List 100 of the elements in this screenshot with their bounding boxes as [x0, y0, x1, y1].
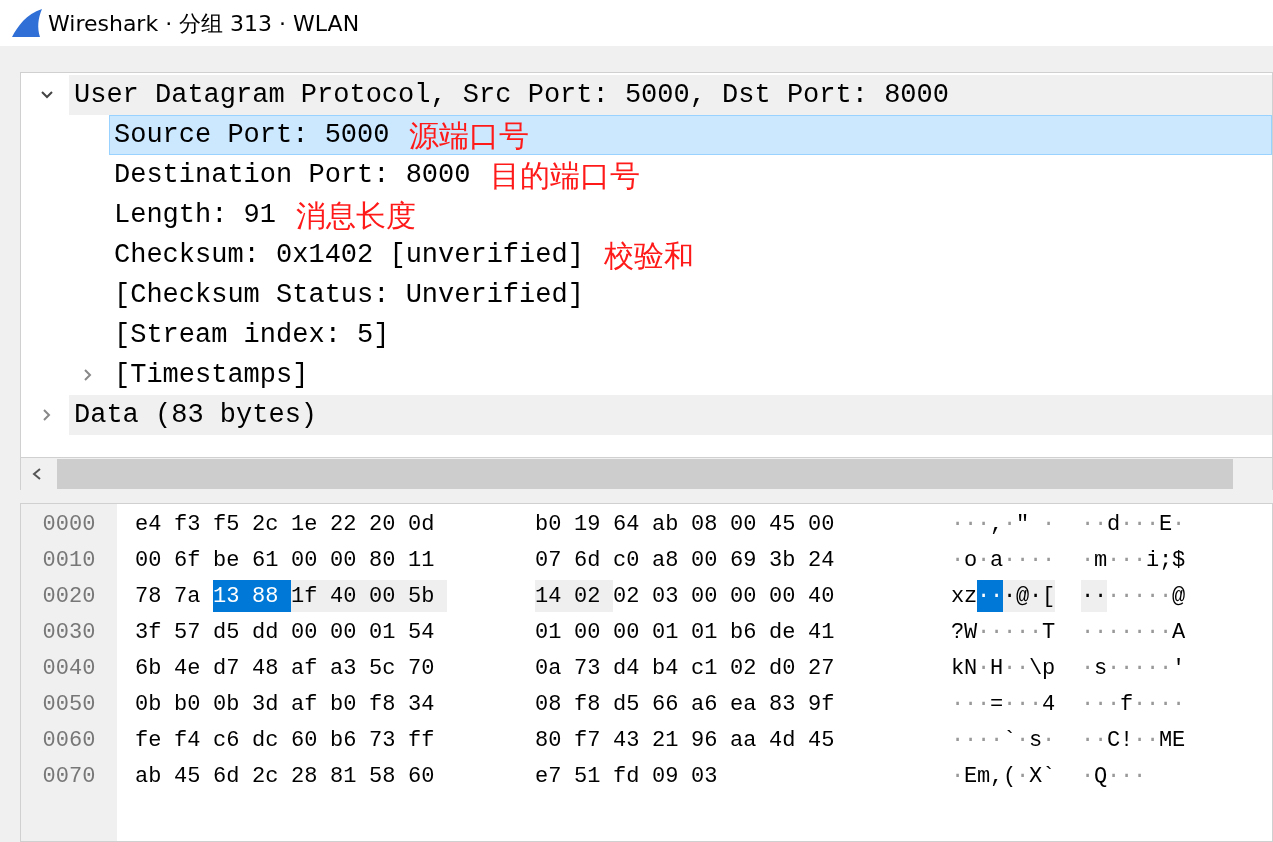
- ascii-text[interactable]: ···=···4: [951, 688, 1055, 720]
- hex-byte[interactable]: 6d: [574, 544, 613, 576]
- hex-byte[interactable]: 5c: [369, 652, 408, 684]
- hex-byte[interactable]: 00: [730, 580, 769, 612]
- hex-byte[interactable]: a6: [691, 688, 730, 720]
- ascii-text[interactable]: ·Em,(·X`: [951, 760, 1055, 792]
- ascii-text[interactable]: ··C!··ME: [1081, 724, 1185, 756]
- hex-byte[interactable]: 00: [330, 616, 369, 648]
- hex-byte[interactable]: e7: [535, 760, 574, 792]
- ascii-text[interactable]: ··d···E·: [1081, 508, 1185, 540]
- hex-byte[interactable]: 21: [652, 724, 691, 756]
- hex-byte[interactable]: 00: [769, 580, 808, 612]
- ascii-text[interactable]: xz···@·[: [951, 580, 1055, 612]
- hex-byte[interactable]: 00: [291, 544, 330, 576]
- hex-byte[interactable]: ff: [408, 724, 447, 756]
- tree-row[interactable]: Data (83 bytes): [69, 395, 1272, 435]
- hex-byte[interactable]: 6d: [213, 760, 252, 792]
- ascii-text[interactable]: ·······@: [1081, 580, 1185, 612]
- hex-byte[interactable]: 96: [691, 724, 730, 756]
- hex-byte[interactable]: 81: [330, 760, 369, 792]
- hex-byte[interactable]: 22: [330, 508, 369, 540]
- hex-byte[interactable]: 45: [769, 508, 808, 540]
- hex-byte[interactable]: 78: [135, 580, 174, 612]
- hex-byte[interactable]: 80: [535, 724, 574, 756]
- hex-byte[interactable]: 08: [691, 508, 730, 540]
- hex-byte[interactable]: d7: [213, 652, 252, 684]
- hex-byte[interactable]: c0: [613, 544, 652, 576]
- scrollbar-thumb[interactable]: [57, 459, 1233, 489]
- hex-byte[interactable]: 60: [408, 760, 447, 792]
- hex-byte[interactable]: 73: [369, 724, 408, 756]
- hex-byte[interactable]: 19: [574, 508, 613, 540]
- hex-byte[interactable]: 69: [730, 544, 769, 576]
- hex-byte[interactable]: b0: [174, 688, 213, 720]
- hex-byte[interactable]: 83: [769, 688, 808, 720]
- hex-byte[interactable]: d4: [613, 652, 652, 684]
- hex-byte[interactable]: 43: [613, 724, 652, 756]
- hex-byte[interactable]: 34: [408, 688, 447, 720]
- hex-byte[interactable]: 9f: [808, 688, 847, 720]
- hex-byte[interactable]: 09: [652, 760, 691, 792]
- hex-byte[interactable]: 45: [174, 760, 213, 792]
- hex-byte[interactable]: b0: [330, 688, 369, 720]
- hex-byte[interactable]: 57: [174, 616, 213, 648]
- hex-byte[interactable]: 00: [808, 508, 847, 540]
- hex-byte[interactable]: 1e: [291, 508, 330, 540]
- tree-row[interactable]: Length: 91 消息长度: [109, 195, 1272, 235]
- hex-byte[interactable]: 0b: [135, 688, 174, 720]
- hex-byte[interactable]: aa: [730, 724, 769, 756]
- tree-row[interactable]: [Checksum Status: Unverified]: [109, 275, 1272, 315]
- hex-byte[interactable]: 00: [613, 616, 652, 648]
- hex-byte[interactable]: f5: [213, 508, 252, 540]
- tree-row[interactable]: [Timestamps]: [109, 355, 1272, 395]
- hex-byte[interactable]: 00: [330, 544, 369, 576]
- hex-byte[interactable]: 54: [408, 616, 447, 648]
- hex-byte[interactable]: fe: [135, 724, 174, 756]
- hex-byte[interactable]: 07: [535, 544, 574, 576]
- hex-byte[interactable]: f4: [174, 724, 213, 756]
- ascii-text[interactable]: kN·H··\p: [951, 652, 1055, 684]
- hex-byte[interactable]: af: [291, 688, 330, 720]
- hex-byte[interactable]: f8: [369, 688, 408, 720]
- tree-row[interactable]: Destination Port: 8000 目的端口号: [109, 155, 1272, 195]
- hex-byte[interactable]: a3: [330, 652, 369, 684]
- tree-row[interactable]: User Datagram Protocol, Src Port: 5000, Dst Port: 8000: [69, 75, 1272, 115]
- hex-byte[interactable]: 51: [574, 760, 613, 792]
- hex-byte[interactable]: e4: [135, 508, 174, 540]
- hex-byte[interactable]: 00: [369, 580, 408, 612]
- hex-byte[interactable]: b6: [730, 616, 769, 648]
- hex-byte[interactable]: 00: [574, 616, 613, 648]
- hex-byte[interactable]: d5: [213, 616, 252, 648]
- hex-byte[interactable]: ab: [135, 760, 174, 792]
- hex-byte[interactable]: 13: [213, 580, 252, 612]
- hex-byte[interactable]: dd: [252, 616, 291, 648]
- hex-byte[interactable]: 00: [730, 508, 769, 540]
- hex-byte[interactable]: 27: [808, 652, 847, 684]
- ascii-text[interactable]: ···,·" ·: [951, 508, 1055, 540]
- ascii-text[interactable]: ·Q···: [1081, 760, 1146, 792]
- hex-byte[interactable]: af: [291, 652, 330, 684]
- ascii-text[interactable]: ····`·s·: [951, 724, 1055, 756]
- hex-byte[interactable]: c1: [691, 652, 730, 684]
- hex-byte[interactable]: d5: [613, 688, 652, 720]
- hex-byte[interactable]: a8: [652, 544, 691, 576]
- hex-byte[interactable]: dc: [252, 724, 291, 756]
- hex-byte[interactable]: de: [769, 616, 808, 648]
- hex-byte[interactable]: 41: [808, 616, 847, 648]
- hex-byte[interactable]: 45: [808, 724, 847, 756]
- tree-row[interactable]: Checksum: 0x1402 [unverified] 校验和: [109, 235, 1272, 275]
- hex-byte[interactable]: 00: [691, 544, 730, 576]
- hex-byte[interactable]: 00: [691, 580, 730, 612]
- ascii-text[interactable]: ?W·····T: [951, 616, 1055, 648]
- hex-byte[interactable]: 01: [535, 616, 574, 648]
- hex-byte[interactable]: 58: [369, 760, 408, 792]
- hex-byte[interactable]: 3d: [252, 688, 291, 720]
- hex-byte[interactable]: fd: [613, 760, 652, 792]
- hex-byte[interactable]: f3: [174, 508, 213, 540]
- ascii-text[interactable]: ·m···i;$: [1081, 544, 1185, 576]
- ascii-text[interactable]: ·······A: [1081, 616, 1185, 648]
- hex-byte[interactable]: 4e: [174, 652, 213, 684]
- hex-byte[interactable]: 0d: [408, 508, 447, 540]
- hex-byte[interactable]: 4d: [769, 724, 808, 756]
- hex-byte[interactable]: 6f: [174, 544, 213, 576]
- hex-byte[interactable]: 48: [252, 652, 291, 684]
